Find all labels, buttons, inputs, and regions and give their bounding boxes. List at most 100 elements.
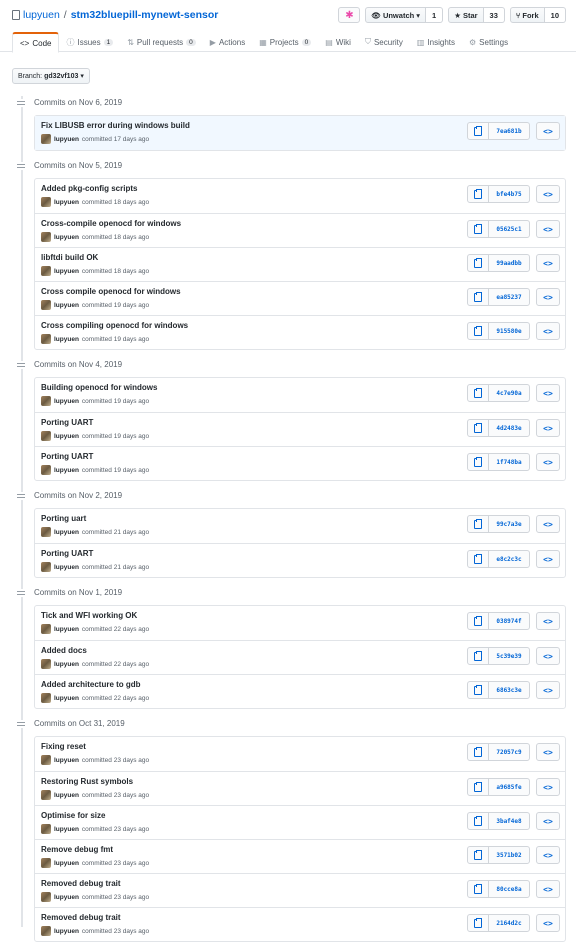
fork-count[interactable]: 10 — [544, 7, 566, 23]
browse-repo-button[interactable]: <> — [536, 185, 560, 203]
avatar[interactable] — [41, 266, 51, 276]
browse-repo-button[interactable]: <> — [536, 220, 560, 238]
avatar[interactable] — [41, 926, 51, 936]
commit-author-link[interactable]: lupyuen — [54, 928, 79, 935]
copy-sha-button[interactable] — [467, 681, 489, 699]
branch-selector[interactable]: Branch: gd32vf103 ▾ — [12, 68, 90, 84]
commit-message-link[interactable]: Added pkg-config scripts — [41, 184, 137, 193]
commit-author-link[interactable]: lupyuen — [54, 826, 79, 833]
tab-settings[interactable]: ⚙ Settings — [462, 32, 515, 52]
commit-author-link[interactable]: lupyuen — [54, 860, 79, 867]
commit-author-link[interactable]: lupyuen — [54, 433, 79, 440]
commit-message-link[interactable]: Porting UART — [41, 418, 93, 427]
browse-repo-button[interactable]: <> — [536, 453, 560, 471]
browse-repo-button[interactable]: <> — [536, 122, 560, 140]
browse-repo-button[interactable]: <> — [536, 914, 560, 932]
tab-pull-requests[interactable]: ⇅ Pull requests 0 — [120, 32, 203, 52]
commit-message-link[interactable]: Porting UART — [41, 549, 93, 558]
commit-message-link[interactable]: Removed debug trait — [41, 879, 121, 888]
copy-sha-button[interactable] — [467, 122, 489, 140]
browse-repo-button[interactable]: <> — [536, 778, 560, 796]
avatar[interactable] — [41, 824, 51, 834]
commit-sha-link[interactable]: a9685fe — [488, 778, 530, 796]
avatar[interactable] — [41, 134, 51, 144]
commit-sha-link[interactable]: 3baf4e8 — [488, 812, 530, 830]
avatar[interactable] — [41, 659, 51, 669]
copy-sha-button[interactable] — [467, 647, 489, 665]
sponsor-button[interactable]: ✱ — [338, 7, 361, 23]
commit-author-link[interactable]: lupyuen — [54, 268, 79, 275]
commit-author-link[interactable]: lupyuen — [54, 302, 79, 309]
copy-sha-button[interactable] — [467, 185, 489, 203]
commit-message-link[interactable]: Optimise for size — [41, 811, 105, 820]
avatar[interactable] — [41, 562, 51, 572]
commit-sha-link[interactable]: 05625c1 — [488, 220, 530, 238]
browse-repo-button[interactable]: <> — [536, 743, 560, 761]
avatar[interactable] — [41, 431, 51, 441]
copy-sha-button[interactable] — [467, 384, 489, 402]
tab-code[interactable]: <> Code — [12, 32, 60, 53]
commit-sha-link[interactable]: e8c2c3c — [488, 550, 530, 568]
commit-author-link[interactable]: lupyuen — [54, 626, 79, 633]
avatar[interactable] — [41, 465, 51, 475]
browse-repo-button[interactable]: <> — [536, 322, 560, 340]
commit-message-link[interactable]: Porting uart — [41, 514, 86, 523]
commit-author-link[interactable]: lupyuen — [54, 894, 79, 901]
commit-message-link[interactable]: Removed debug trait — [41, 913, 121, 922]
copy-sha-button[interactable] — [467, 550, 489, 568]
commit-message-link[interactable]: Remove debug fmt — [41, 845, 113, 854]
commit-sha-link[interactable]: 4c7e90a — [488, 384, 530, 402]
browse-repo-button[interactable]: <> — [536, 550, 560, 568]
repo-owner-link[interactable]: lupyuen — [23, 9, 60, 21]
commit-message-link[interactable]: Fix LIBUSB error during windows build — [41, 121, 190, 130]
avatar[interactable] — [41, 232, 51, 242]
commit-author-link[interactable]: lupyuen — [54, 792, 79, 799]
avatar[interactable] — [41, 396, 51, 406]
commit-author-link[interactable]: lupyuen — [54, 661, 79, 668]
browse-repo-button[interactable]: <> — [536, 681, 560, 699]
repo-name-link[interactable]: stm32bluepill-mynewt-sensor — [71, 9, 219, 21]
browse-repo-button[interactable]: <> — [536, 419, 560, 437]
browse-repo-button[interactable]: <> — [536, 384, 560, 402]
commit-sha-link[interactable]: 1f748ba — [488, 453, 530, 471]
copy-sha-button[interactable] — [467, 612, 489, 630]
commit-message-link[interactable]: Cross-compile openocd for windows — [41, 219, 181, 228]
commit-sha-link[interactable]: bfe4b75 — [488, 185, 530, 203]
commit-author-link[interactable]: lupyuen — [54, 336, 79, 343]
copy-sha-button[interactable] — [467, 914, 489, 932]
commit-sha-link[interactable]: ea85237 — [488, 288, 530, 306]
commit-sha-link[interactable]: 915580e — [488, 322, 530, 340]
fork-button[interactable]: ⑂ Fork — [509, 7, 545, 23]
commit-message-link[interactable]: Restoring Rust symbols — [41, 777, 133, 786]
copy-sha-button[interactable] — [467, 254, 489, 272]
commit-sha-link[interactable]: 72057c9 — [488, 743, 530, 761]
commit-author-link[interactable]: lupyuen — [54, 757, 79, 764]
tab-security[interactable]: ⛉ Security — [358, 32, 410, 52]
commit-author-link[interactable]: lupyuen — [54, 467, 79, 474]
commit-sha-link[interactable]: 6863c3e — [488, 681, 530, 699]
browse-repo-button[interactable]: <> — [536, 812, 560, 830]
commit-sha-link[interactable]: 038974f — [488, 612, 530, 630]
star-count[interactable]: 33 — [483, 7, 505, 23]
avatar[interactable] — [41, 790, 51, 800]
watch-count[interactable]: 1 — [426, 7, 444, 23]
commit-message-link[interactable]: Porting UART — [41, 452, 93, 461]
commit-author-link[interactable]: lupyuen — [54, 136, 79, 143]
tab-insights[interactable]: ▥ Insights — [410, 32, 462, 52]
commit-sha-link[interactable]: 7ea681b — [488, 122, 530, 140]
commit-author-link[interactable]: lupyuen — [54, 234, 79, 241]
copy-sha-button[interactable] — [467, 812, 489, 830]
browse-repo-button[interactable]: <> — [536, 515, 560, 533]
commit-message-link[interactable]: Building openocd for windows — [41, 383, 157, 392]
commit-message-link[interactable]: Tick and WFI working OK — [41, 611, 137, 620]
avatar[interactable] — [41, 334, 51, 344]
commit-message-link[interactable]: Added docs — [41, 646, 87, 655]
commit-author-link[interactable]: lupyuen — [54, 695, 79, 702]
browse-repo-button[interactable]: <> — [536, 846, 560, 864]
commit-message-link[interactable]: Cross compiling openocd for windows — [41, 321, 188, 330]
commit-message-link[interactable]: Added architecture to gdb — [41, 680, 141, 689]
copy-sha-button[interactable] — [467, 453, 489, 471]
commit-author-link[interactable]: lupyuen — [54, 564, 79, 571]
browse-repo-button[interactable]: <> — [536, 254, 560, 272]
avatar[interactable] — [41, 527, 51, 537]
